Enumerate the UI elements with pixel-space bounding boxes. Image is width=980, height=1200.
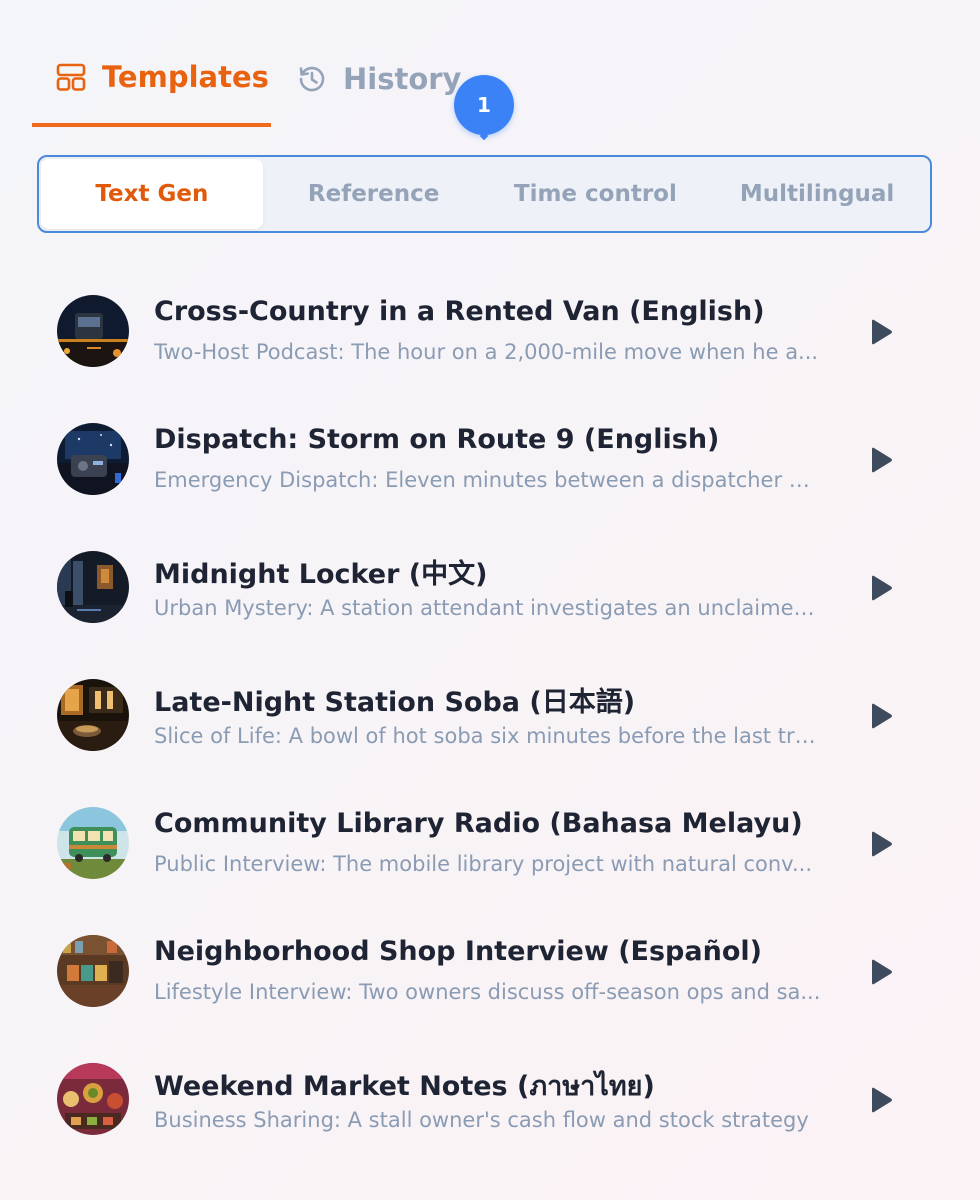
list-item[interactable]: Weekend Market Notes (ภาษาไทย) Business … <box>0 1036 980 1164</box>
item-title: Midnight Locker (中文) <box>154 559 488 590</box>
list-item[interactable]: Midnight Locker (中文) Urban Mystery: A st… <box>0 524 980 652</box>
market-food-icon <box>57 1063 129 1135</box>
top-tabs: Templates History <box>32 40 461 128</box>
play-icon[interactable] <box>868 1086 894 1114</box>
list-item[interactable]: Community Library Radio (Bahasa Melayu) … <box>0 780 980 908</box>
item-title: Cross-Country in a Rented Van (English) <box>154 296 765 327</box>
segment-time-control[interactable]: Time control <box>485 159 707 229</box>
item-title: Neighborhood Shop Interview (Español) <box>154 936 762 967</box>
item-subtitle: Business Sharing: A stall owner's cash f… <box>154 1108 809 1132</box>
play-icon[interactable] <box>868 574 894 602</box>
item-subtitle: Lifestyle Interview: Two owners discuss … <box>154 980 821 1004</box>
list-item[interactable]: Cross-Country in a Rented Van (English) … <box>0 268 980 396</box>
shop-shelves-icon <box>57 935 129 1007</box>
play-icon[interactable] <box>868 446 894 474</box>
templates-icon <box>56 63 86 91</box>
item-title: Weekend Market Notes (ภาษาไทย) <box>154 1071 655 1102</box>
tab-history-label: History <box>343 62 462 96</box>
tab-templates[interactable]: Templates <box>32 40 271 127</box>
library-bus-icon <box>57 807 129 879</box>
tab-history[interactable]: History <box>271 40 461 118</box>
play-icon[interactable] <box>868 318 894 346</box>
item-subtitle: Emergency Dispatch: Eleven minutes betwe… <box>154 468 822 492</box>
segment-text-gen[interactable]: Text Gen <box>41 159 263 229</box>
item-title: Late-Night Station Soba (日本語) <box>154 687 636 718</box>
soba-stall-icon <box>57 679 129 751</box>
list-item[interactable]: Neighborhood Shop Interview (Español) Li… <box>0 908 980 1036</box>
play-icon[interactable] <box>868 702 894 730</box>
history-icon <box>299 66 325 92</box>
item-subtitle: Urban Mystery: A station attendant inves… <box>154 596 822 620</box>
item-subtitle: Public Interview: The mobile library pro… <box>154 852 812 876</box>
play-icon[interactable] <box>868 830 894 858</box>
item-title: Dispatch: Storm on Route 9 (English) <box>154 424 720 455</box>
night-van-icon <box>57 295 129 367</box>
list-item[interactable]: Late-Night Station Soba (日本語) Slice of L… <box>0 652 980 780</box>
segment-multilingual[interactable]: Multilingual <box>706 159 928 229</box>
station-locker-icon <box>57 551 129 623</box>
step-badge: 1 <box>454 75 514 135</box>
item-subtitle: Two-Host Podcast: The hour on a 2,000-mi… <box>154 340 819 364</box>
radio-storm-icon <box>57 423 129 495</box>
category-segmented-control: Text Gen Reference Time control Multilin… <box>37 155 932 233</box>
play-icon[interactable] <box>868 958 894 986</box>
segment-reference[interactable]: Reference <box>263 159 485 229</box>
item-title: Community Library Radio (Bahasa Melayu) <box>154 808 803 839</box>
item-subtitle: Slice of Life: A bowl of hot soba six mi… <box>154 724 822 748</box>
list-item[interactable]: Dispatch: Storm on Route 9 (English) Eme… <box>0 396 980 524</box>
tab-templates-label: Templates <box>102 60 269 94</box>
